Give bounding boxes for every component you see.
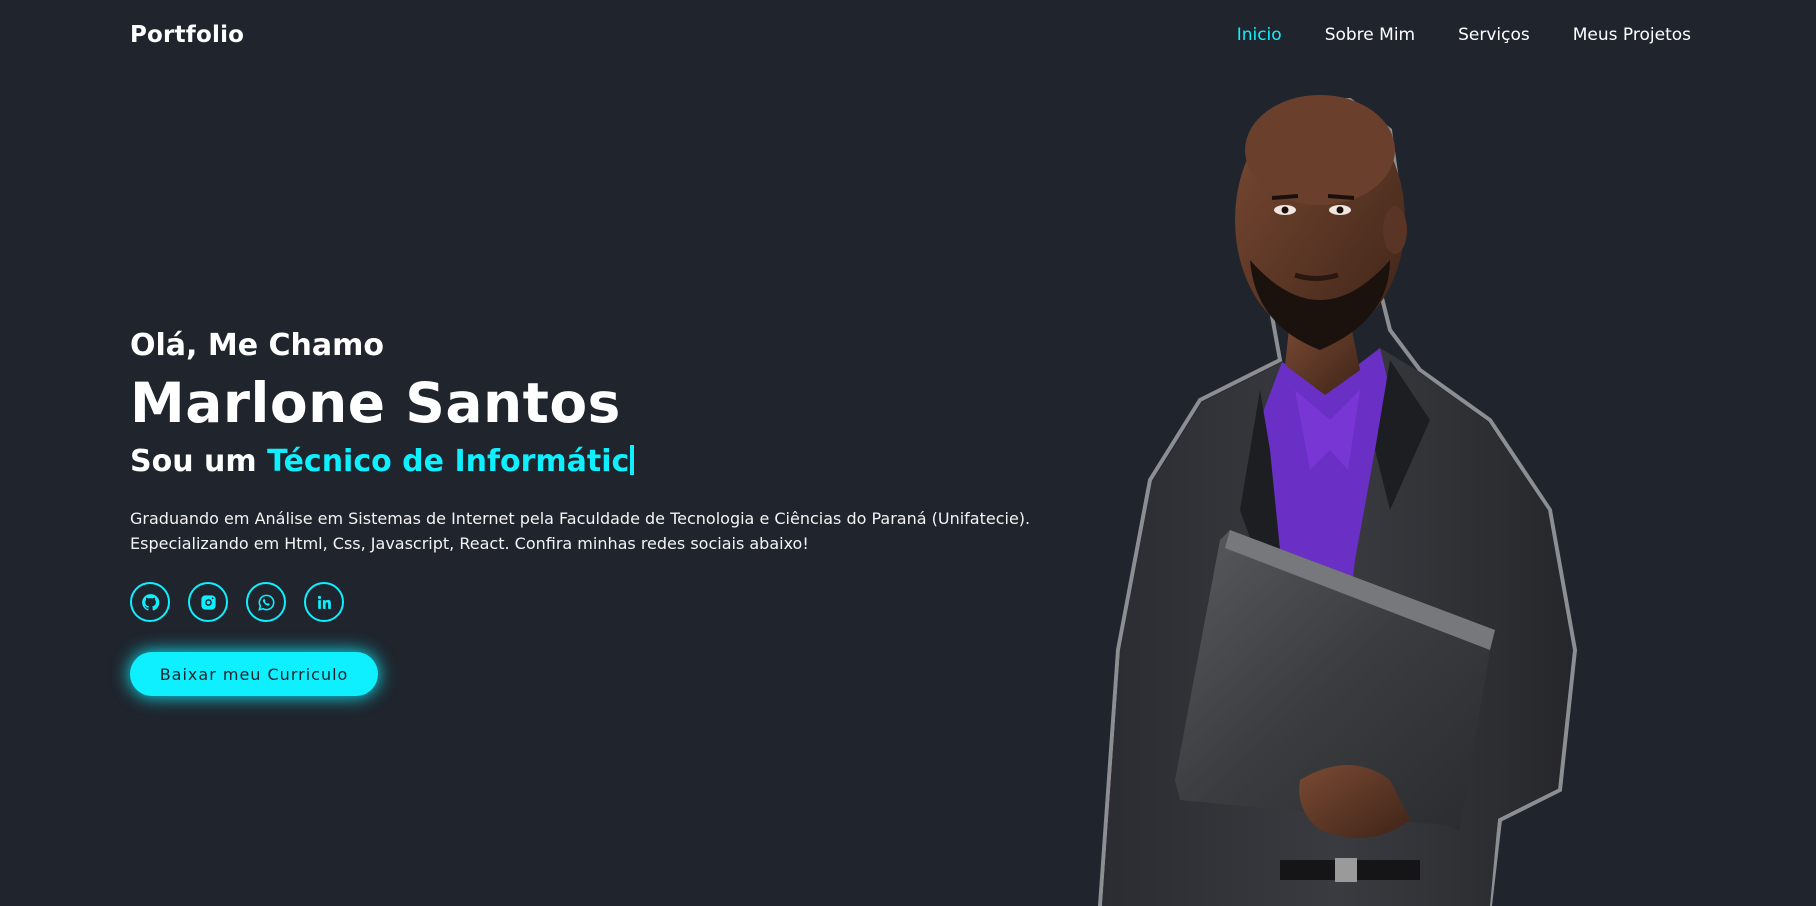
nav-link-meus-projetos[interactable]: Meus Projetos <box>1573 25 1691 45</box>
nav-link-inicio[interactable]: Inicio <box>1237 25 1282 45</box>
logo[interactable]: Portfolio <box>130 22 244 48</box>
typing-caret <box>630 445 635 475</box>
github-icon <box>141 593 159 611</box>
profile-photo <box>1097 95 1578 906</box>
description-line-1: Graduando em Análise em Sistemas de Inte… <box>130 509 1031 528</box>
whatsapp-icon <box>257 594 274 611</box>
linkedin-icon <box>317 595 331 609</box>
download-cv-button[interactable]: Baixar meu Curriculo <box>130 652 378 696</box>
social-links <box>130 582 1090 622</box>
page: Portfolio Inicio Sobre Mim Serviços Meus… <box>0 0 1816 906</box>
description-line-2: Especializando em Html, Css, Javascript,… <box>130 534 809 553</box>
main-nav: Inicio Sobre Mim Serviços Meus Projetos <box>1237 25 1691 45</box>
hero-name: Marlone Santos <box>130 371 621 435</box>
role-typed-text: Técnico de Informátic <box>267 444 630 479</box>
whatsapp-link[interactable] <box>246 582 286 622</box>
nav-link-servicos[interactable]: Serviços <box>1458 25 1530 45</box>
hero-greeting: Olá, Me Chamo <box>130 328 385 363</box>
linkedin-link[interactable] <box>304 582 344 622</box>
instagram-icon <box>200 594 216 610</box>
hero-role: Sou um Técnico de Informátic <box>130 442 1090 482</box>
nav-link-sobre-mim[interactable]: Sobre Mim <box>1325 25 1415 45</box>
hero-section: Olá, Me Chamo Marlone Santos Sou um Técn… <box>130 326 1090 696</box>
github-link[interactable] <box>130 582 170 622</box>
instagram-link[interactable] <box>188 582 228 622</box>
header: Portfolio Inicio Sobre Mim Serviços Meus… <box>0 0 1816 70</box>
hero-description: Graduando em Análise em Sistemas de Inte… <box>130 506 1070 556</box>
role-prefix: Sou um <box>130 444 268 479</box>
